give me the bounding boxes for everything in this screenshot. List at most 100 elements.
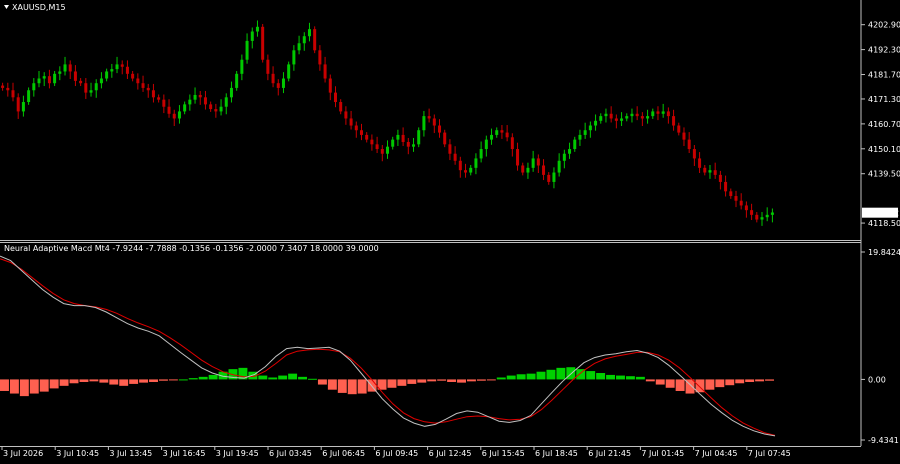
candle-body [359,130,363,135]
candle-body [750,210,754,215]
candle-body [333,92,337,103]
histogram-bar [645,379,655,382]
candle-body [739,200,743,206]
histogram-bar [526,373,536,380]
candle-body [552,172,556,182]
candle-body [479,149,483,159]
histogram-bar [89,379,99,382]
time-tick-label: 6 Jul 18:45 [535,449,578,458]
candle-body [765,214,769,218]
candle-body [162,99,166,107]
candle-body [6,87,10,91]
candle-body [692,149,696,159]
candle-body [141,83,145,88]
price-tick-label: 4118.50 [868,219,900,228]
time-tick-label: 7 Jul 01:45 [641,449,684,458]
time-tick-label: 6 Jul 03:45 [269,449,312,458]
histogram-bar [288,373,298,380]
candle-body [266,59,270,74]
candle-body [417,130,421,145]
candle-body [349,118,353,126]
histogram-bar [79,379,89,382]
candle-body [63,64,67,72]
candle-body [21,102,25,112]
candle-body [469,167,473,173]
candle-body [734,196,738,201]
histogram-bar [129,379,139,384]
histogram-bar [715,379,725,388]
candle-body [229,87,233,98]
histogram-bar [357,379,367,394]
candle-body [422,116,426,131]
candle-body [53,73,57,84]
histogram-bar [278,375,288,380]
candle-body [318,50,322,65]
time-tick-label: 3 Jul 19:45 [216,449,259,458]
candle-body [198,94,202,98]
candle-body [391,139,395,147]
candle-body [635,113,639,117]
candle-body [339,102,343,112]
main-chart-title: XAUUSD,M15 [12,3,66,12]
candle-body [495,130,499,135]
candle-body [203,97,207,105]
time-tick-label: 6 Jul 06:45 [322,449,365,458]
candle-body [453,153,457,161]
candle-body [146,87,150,91]
candle-body [770,212,774,215]
price-tick-label: 4171.30 [868,95,900,104]
time-tick-label: 3 Jul 2026 [3,449,43,458]
candle-body [474,158,478,168]
candle-body [744,205,748,211]
histogram-bar [655,379,665,385]
histogram-bar [69,379,79,384]
price-tick-label: 4192.30 [868,46,900,55]
histogram-bar [387,379,397,388]
histogram-bar [397,379,407,386]
candle-body [526,167,530,173]
histogram-bar [596,372,606,380]
time-tick-label: 6 Jul 12:45 [429,449,472,458]
histogram-bar [198,376,208,380]
histogram-bar [457,379,466,383]
candle-body [614,118,618,121]
histogram-bar [119,379,129,386]
candle-body [167,106,171,114]
histogram-bar [745,379,755,382]
candle-body [183,104,187,112]
candle-body [718,174,722,182]
histogram-bar [616,375,625,380]
candle-body [365,134,369,140]
candle-body [136,78,140,84]
current-price-label: 4122.92 [866,209,899,218]
candle-body [755,214,759,220]
candle-body [547,174,551,182]
candle-body [276,83,280,88]
candle-body [1,85,5,88]
candle-body [760,217,764,220]
candle-body [16,97,20,112]
candle-body [661,111,665,114]
candle-body [380,149,384,154]
candle-body [58,71,62,74]
candle-body [713,170,717,175]
indicator-tick-label: -9.4341 [868,436,899,445]
histogram-bar [188,378,198,380]
candle-body [588,125,592,131]
histogram-bar [29,379,39,394]
histogram-bar [19,379,29,397]
candle-body [193,94,197,100]
indicator-tick-label: 0.00 [868,375,886,384]
histogram-bar [407,379,417,384]
indicator-title: Neural Adaptive Macd Mt4 -7.9244 -7.7888… [4,244,379,253]
histogram-bar [725,379,735,386]
candle-body [302,36,306,44]
histogram-bar [486,379,496,381]
candle-body [703,167,707,173]
candle-body [115,64,119,70]
histogram-bar [625,376,635,380]
histogram-bar [635,376,645,380]
candle-body [188,99,192,105]
candle-body [625,116,629,119]
candle-body [542,165,546,175]
